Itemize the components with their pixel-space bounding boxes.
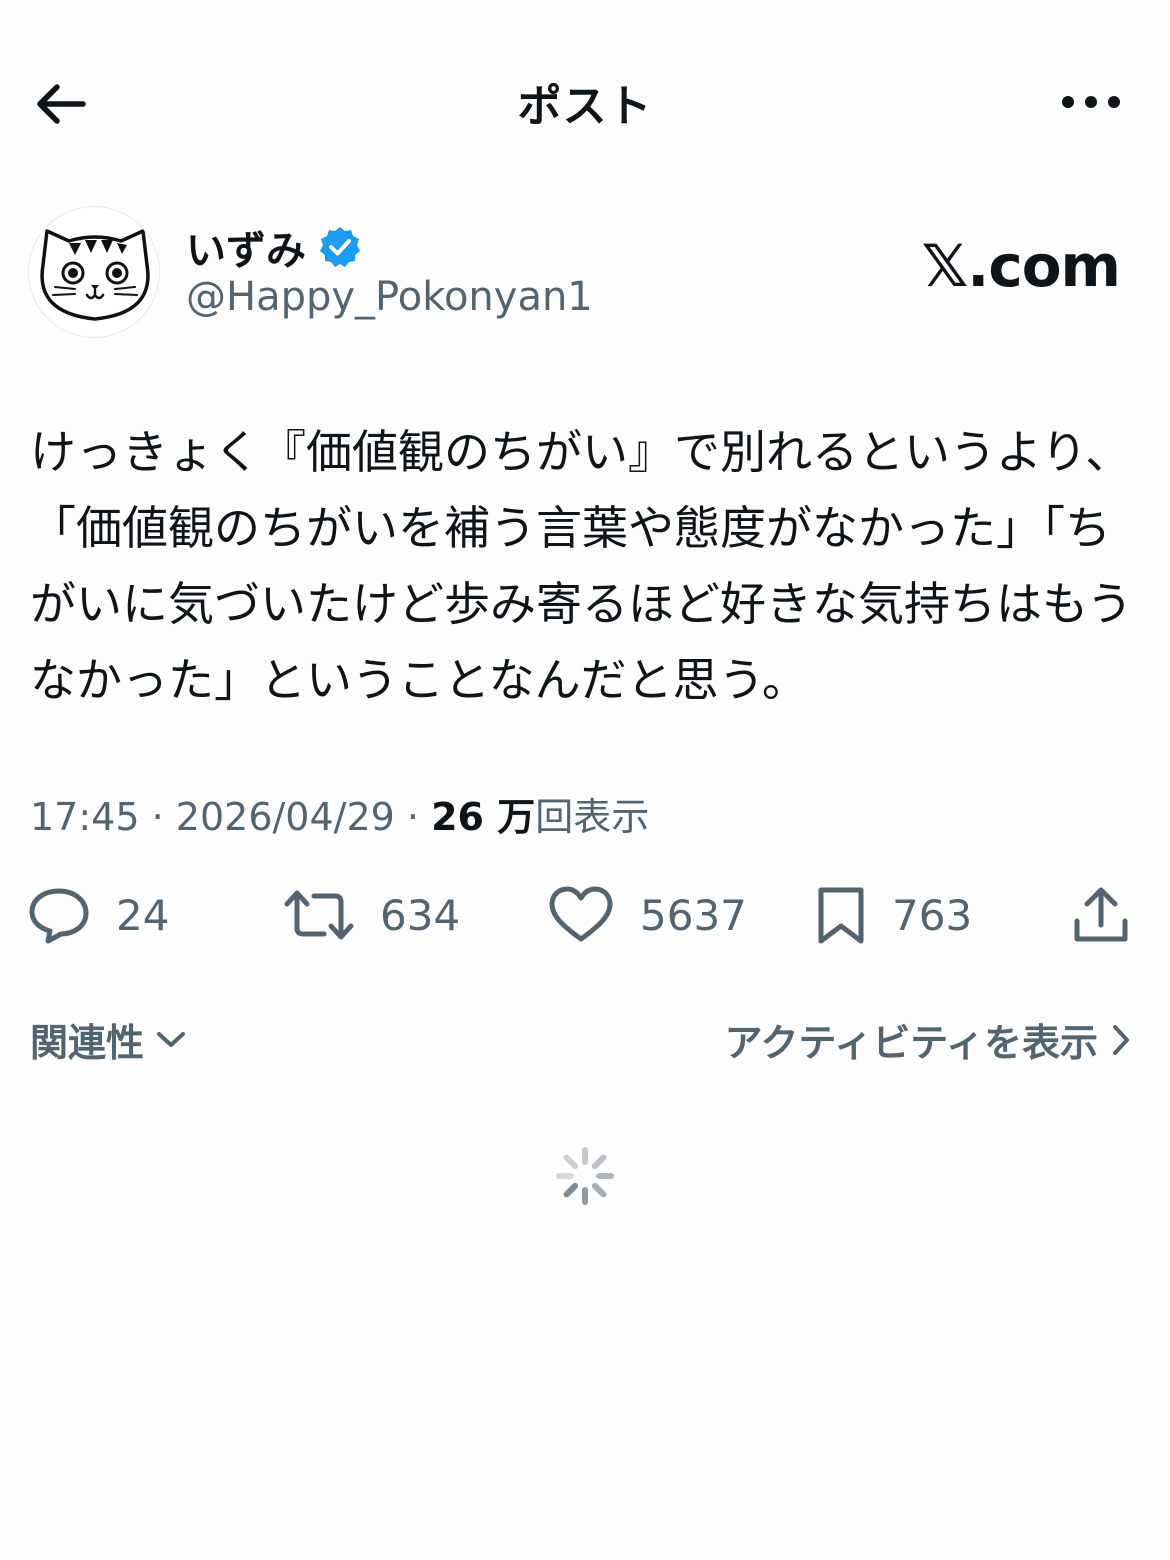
author-name-row[interactable]: いずみ <box>186 218 362 276</box>
meta-separator: · <box>151 795 164 839</box>
views-count[interactable]: 26 万 <box>431 795 535 839</box>
chevron-right-icon <box>1113 1024 1129 1055</box>
avatar[interactable] <box>28 206 160 338</box>
post-text: けっきょく『価値観のちがい』で別れるというより、「価値観のちがいを補う言葉や態度… <box>30 425 1133 707</box>
more-options-button[interactable] <box>1056 80 1126 124</box>
author-handle[interactable]: @Happy_Pokonyan1 <box>186 274 593 320</box>
x-com-watermark: 𝕏.com <box>921 232 1121 300</box>
display-name: いずみ <box>186 228 306 274</box>
repost-button[interactable]: 634 <box>284 880 460 950</box>
like-count: 5637 <box>640 890 747 940</box>
bookmark-count: 763 <box>892 890 973 940</box>
post-date[interactable]: 2026/04/29 <box>176 795 395 839</box>
reply-button[interactable]: 24 <box>28 880 169 950</box>
bookmark-button[interactable]: 763 <box>816 880 972 950</box>
share-icon <box>1074 887 1128 942</box>
repost-icon <box>284 890 354 940</box>
reply-bubble-icon <box>29 888 89 944</box>
meta-separator: · <box>406 795 420 839</box>
chevron-down-icon <box>157 1031 186 1047</box>
post-time[interactable]: 17:45 <box>30 795 140 839</box>
activity-label: アクティビティを表示 <box>724 1021 1098 1065</box>
bookmark-icon <box>818 887 864 944</box>
repost-count: 634 <box>380 890 461 940</box>
action-bar: 24 634 5637 763 <box>28 880 1138 950</box>
relevance-sort-toggle[interactable]: 関連性 <box>30 1012 186 1067</box>
verified-badge-icon <box>320 227 360 267</box>
post-detail-page: ポスト いずみ @Happy_Pokonyan1 𝕏.com けっきょく『価値観… <box>0 0 1170 1560</box>
views-label[interactable]: 回表示 <box>535 795 649 839</box>
like-button[interactable]: 5637 <box>548 880 747 950</box>
post-meta: 17:45 · 2026/04/29 · 26 万回表示 <box>30 786 649 841</box>
share-button[interactable] <box>1072 880 1130 950</box>
loading-spinner-icon <box>556 1147 614 1205</box>
page-title: ポスト <box>517 81 653 132</box>
heart-icon <box>549 886 613 942</box>
cat-avatar-icon <box>40 229 150 321</box>
reply-count: 24 <box>116 890 170 940</box>
more-dots-icon <box>1062 96 1120 108</box>
relevance-label: 関連性 <box>30 1021 145 1065</box>
view-activity-link[interactable]: アクティビティを表示 <box>724 1012 1130 1067</box>
